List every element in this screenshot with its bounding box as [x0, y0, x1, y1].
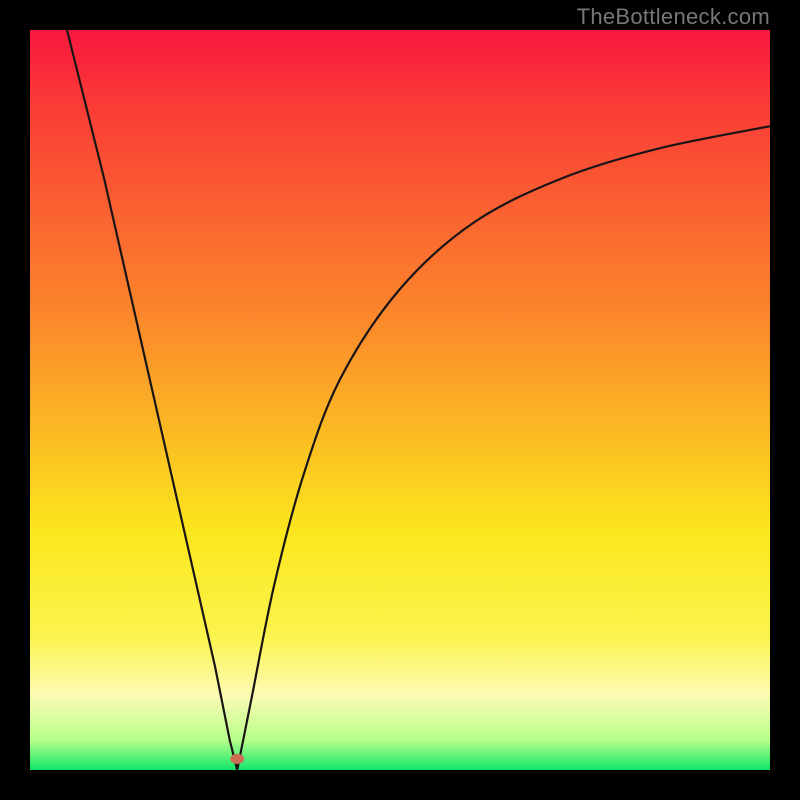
attribution-text: TheBottleneck.com	[577, 4, 770, 30]
plot-area	[30, 30, 770, 770]
optimum-marker-icon	[230, 754, 244, 764]
bottleneck-curve	[30, 30, 770, 770]
chart-frame: TheBottleneck.com	[0, 0, 800, 800]
